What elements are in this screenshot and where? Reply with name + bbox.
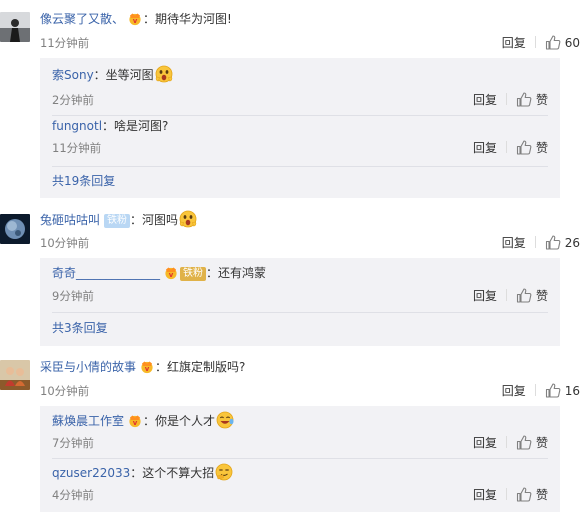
view-more-replies-link[interactable]: 共19条回复 <box>52 171 115 191</box>
like-label: 赞 <box>535 436 548 450</box>
like-label: 赞 <box>535 289 548 303</box>
reply-item: 蘇煥晨工作室 ：你是个人才 7分钟前 回复 赞 <box>52 410 548 453</box>
comment-username[interactable]: 像云聚了又散、 <box>40 12 124 26</box>
thumbs-up-icon <box>545 35 561 50</box>
thumbs-up-icon <box>545 235 561 250</box>
reply-button[interactable]: 回复 <box>473 433 497 453</box>
reply-item: 索Sony：坐等河图 2分钟前 回复 赞 <box>52 64 548 110</box>
like-button[interactable]: 赞 <box>516 286 548 306</box>
vip-crown-icon <box>128 413 142 427</box>
reply-time: 4分钟前 <box>52 488 94 502</box>
reply-button[interactable]: 回复 <box>502 233 526 253</box>
reply-time: 7分钟前 <box>52 436 94 450</box>
like-count: 60 <box>564 36 580 50</box>
reply-item: qzuser22033：这个不算大招 4分钟前 回复 赞 <box>52 462 548 505</box>
surprised-emoji-icon <box>179 210 197 228</box>
avatar[interactable] <box>0 214 30 244</box>
action-divider <box>534 36 536 48</box>
vip-crown-icon <box>140 360 154 374</box>
like-label: 赞 <box>535 488 548 502</box>
reply-button[interactable]: 回复 <box>473 138 497 158</box>
comment-text: ：河图吗 <box>130 213 179 227</box>
like-label: 赞 <box>535 93 548 107</box>
action-divider <box>505 93 507 105</box>
reply-time: 9分钟前 <box>52 289 94 303</box>
avatar[interactable] <box>0 360 30 390</box>
surprised-emoji-icon <box>155 65 173 83</box>
replies-panel: 索Sony：坐等河图 2分钟前 回复赞 fungnotl：啥是河图? 11分钟前… <box>40 58 560 198</box>
like-button[interactable]: 16 <box>545 381 580 401</box>
like-button[interactable]: 赞 <box>516 90 548 110</box>
view-more-replies-link[interactable]: 共3条回复 <box>52 318 108 338</box>
reply-item: fungnotl：啥是河图? 11分钟前 回复 赞 <box>52 116 548 158</box>
like-label: 赞 <box>535 141 548 155</box>
reply-item: 奇奇______________ 铁粉 ：还有鸿蒙 9分钟前 回复 赞 <box>52 263 548 306</box>
comment-text: ：红旗定制版吗? <box>155 360 246 374</box>
reply-time: 11分钟前 <box>52 141 102 155</box>
thumbs-up-icon <box>516 288 532 303</box>
vip-crown-icon <box>128 12 142 26</box>
action-divider <box>534 236 536 248</box>
divider <box>52 312 548 313</box>
comment-time: 10分钟前 <box>40 236 90 250</box>
reply-username[interactable]: 索Sony <box>52 68 94 82</box>
like-button[interactable]: 60 <box>545 33 580 53</box>
replies-panel: 蘇煥晨工作室 ：你是个人才 7分钟前 回复赞 qzuser22033：这个不算大招… <box>40 406 560 512</box>
comment-username[interactable]: 采臣与小倩的故事 <box>40 360 136 374</box>
reply-button[interactable]: 回复 <box>502 381 526 401</box>
divider <box>52 166 548 167</box>
reply-username[interactable]: qzuser22033 <box>52 466 130 480</box>
reply-text: ：你是个人才 <box>143 414 216 428</box>
reply-username[interactable]: 蘇煥晨工作室 <box>52 414 124 428</box>
divider <box>52 458 548 459</box>
comment-time: 11分钟前 <box>40 36 90 50</box>
vip-crown-icon <box>164 266 178 280</box>
action-divider <box>505 289 507 301</box>
avatar[interactable] <box>0 12 30 42</box>
thumbs-up-icon <box>516 92 532 107</box>
comment-time: 10分钟前 <box>40 384 90 398</box>
laughing-emoji-icon <box>216 411 234 429</box>
thumbs-up-icon <box>516 140 532 155</box>
smirk-emoji-icon <box>215 463 233 481</box>
like-button[interactable]: 赞 <box>516 485 548 505</box>
like-button[interactable]: 赞 <box>516 138 548 158</box>
reply-text: ：这个不算大招 <box>130 466 215 480</box>
thumbs-up-icon <box>545 383 561 398</box>
like-button[interactable]: 26 <box>545 233 580 253</box>
fan-badge: 铁粉 <box>180 267 207 281</box>
replies-panel: 奇奇______________ 铁粉 ：还有鸿蒙 9分钟前 回复 赞 共3条回复 <box>40 258 560 346</box>
reply-text: ：坐等河图 <box>93 68 154 82</box>
action-divider <box>534 384 536 396</box>
like-count: 16 <box>564 384 580 398</box>
reply-button[interactable]: 回复 <box>502 33 526 53</box>
fan-badge: 铁粉 <box>104 214 131 228</box>
reply-button[interactable]: 回复 <box>473 286 497 306</box>
reply-button[interactable]: 回复 <box>473 90 497 110</box>
action-divider <box>505 141 507 153</box>
reply-username[interactable]: 奇奇______________ <box>52 266 160 280</box>
comment-username[interactable]: 兔砸咕咕叫 <box>40 213 100 227</box>
reply-text: ：啥是河图? <box>102 119 169 133</box>
like-button[interactable]: 赞 <box>516 433 548 453</box>
comment-text: ：期待华为河图! <box>143 12 232 26</box>
thumbs-up-icon <box>516 435 532 450</box>
like-count: 26 <box>564 236 580 250</box>
thumbs-up-icon <box>516 487 532 502</box>
reply-time: 2分钟前 <box>52 93 94 107</box>
action-divider <box>505 488 507 500</box>
action-divider <box>505 436 507 448</box>
reply-button[interactable]: 回复 <box>473 485 497 505</box>
reply-text: ：还有鸿蒙 <box>206 266 267 280</box>
reply-username[interactable]: fungnotl <box>52 119 102 133</box>
